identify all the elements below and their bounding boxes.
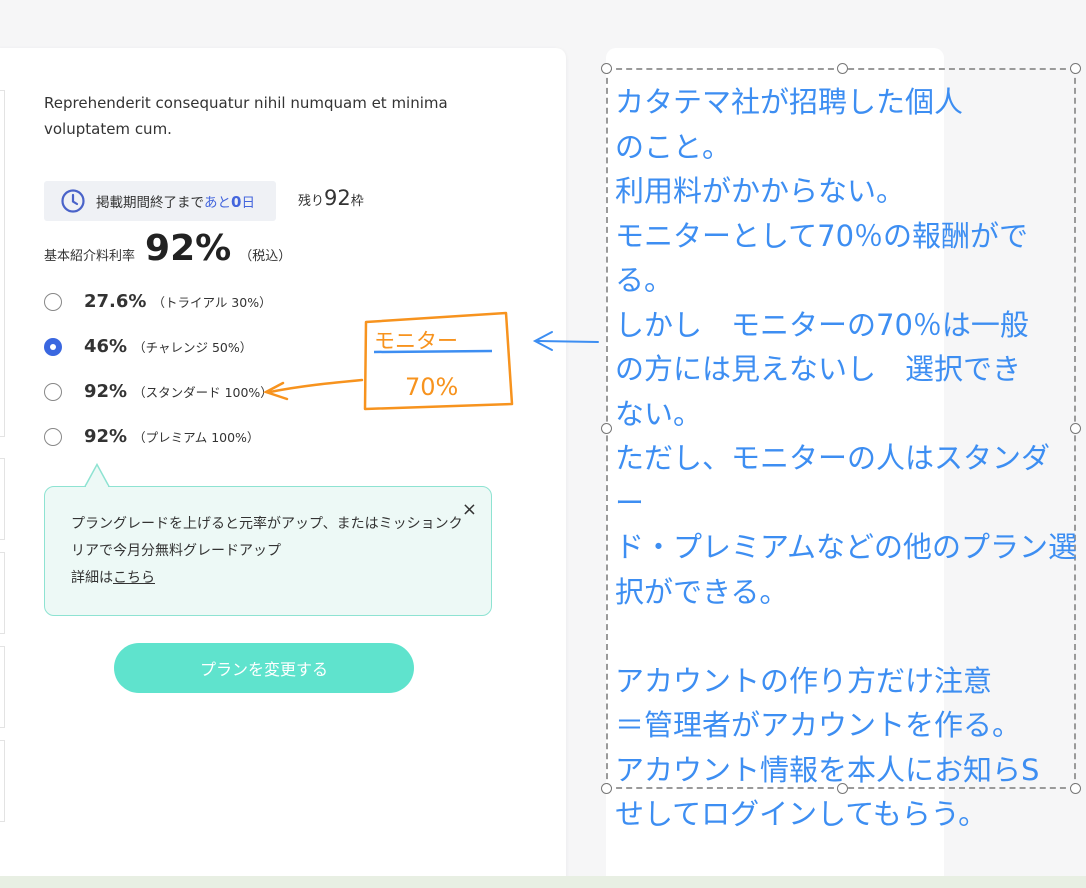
resize-handle[interactable]	[601, 783, 612, 794]
plan-option-premium[interactable]: 92% （プレミアム 100%）	[44, 426, 259, 447]
remaining-slots: 残り92枠	[298, 186, 364, 210]
rate-tax-note: （税込）	[239, 249, 292, 264]
left-panel-edge	[0, 552, 5, 634]
plan-option-challenge[interactable]: 46% （チャレンジ 50%）	[44, 336, 252, 357]
rate-value: 92%	[145, 228, 232, 269]
base-rate: 基本紹介料利率 92% （税込）	[44, 228, 291, 269]
change-plan-button[interactable]: プランを変更する	[114, 643, 414, 693]
plan-option-standard[interactable]: 92% （スタンダード 100%）	[44, 381, 273, 402]
period-remaining: あと0日	[204, 193, 255, 211]
resize-handle[interactable]	[837, 63, 848, 74]
option-percent: 92%	[84, 381, 128, 402]
option-percent: 27.6%	[84, 291, 147, 312]
clock-icon	[61, 189, 85, 213]
close-icon[interactable]: ×	[462, 499, 477, 520]
radio-button[interactable]	[44, 382, 62, 401]
rate-label: 基本紹介料利率	[44, 249, 136, 264]
option-plan-name: （スタンダード 100%）	[133, 385, 273, 400]
tooltip-pointer	[84, 463, 110, 487]
annotation-note-text[interactable]: カタテマ社が招聘した個人 のこと。 利用料がかからない。 モニターとして70％の…	[615, 80, 1077, 837]
listing-period-badge: 掲載期間終了まで あと0日	[44, 181, 276, 221]
option-percent: 92%	[84, 426, 128, 447]
left-panel-edge	[0, 90, 5, 437]
plan-description: Reprehenderit consequatur nihil numquam …	[44, 94, 448, 138]
option-plan-name: （チャレンジ 50%）	[133, 340, 253, 355]
radio-button[interactable]	[44, 292, 62, 311]
option-plan-name: （トライアル 30%）	[152, 295, 272, 310]
radio-button[interactable]	[44, 427, 62, 446]
option-plan-name: （プレミアム 100%）	[133, 430, 260, 445]
resize-handle[interactable]	[601, 63, 612, 74]
resize-handle[interactable]	[601, 423, 612, 434]
tooltip-text: プラングレードを上げると元率がアップ、またはミッションクリアで今月分無料グレード…	[71, 516, 463, 586]
taskbar	[0, 876, 1086, 888]
option-percent: 46%	[84, 336, 128, 357]
left-panel-edge	[0, 458, 5, 540]
left-panel-edge	[0, 646, 5, 728]
period-prefix: 掲載期間終了まで	[96, 195, 204, 211]
upgrade-tooltip: プラングレードを上げると元率がアップ、またはミッションクリアで今月分無料グレード…	[44, 486, 492, 616]
left-panel-edge	[0, 740, 5, 822]
resize-handle[interactable]	[1070, 63, 1081, 74]
details-link[interactable]: こちら	[113, 570, 155, 586]
plan-option-trial[interactable]: 27.6% （トライアル 30%）	[44, 291, 272, 312]
radio-button-selected[interactable]	[44, 337, 62, 356]
